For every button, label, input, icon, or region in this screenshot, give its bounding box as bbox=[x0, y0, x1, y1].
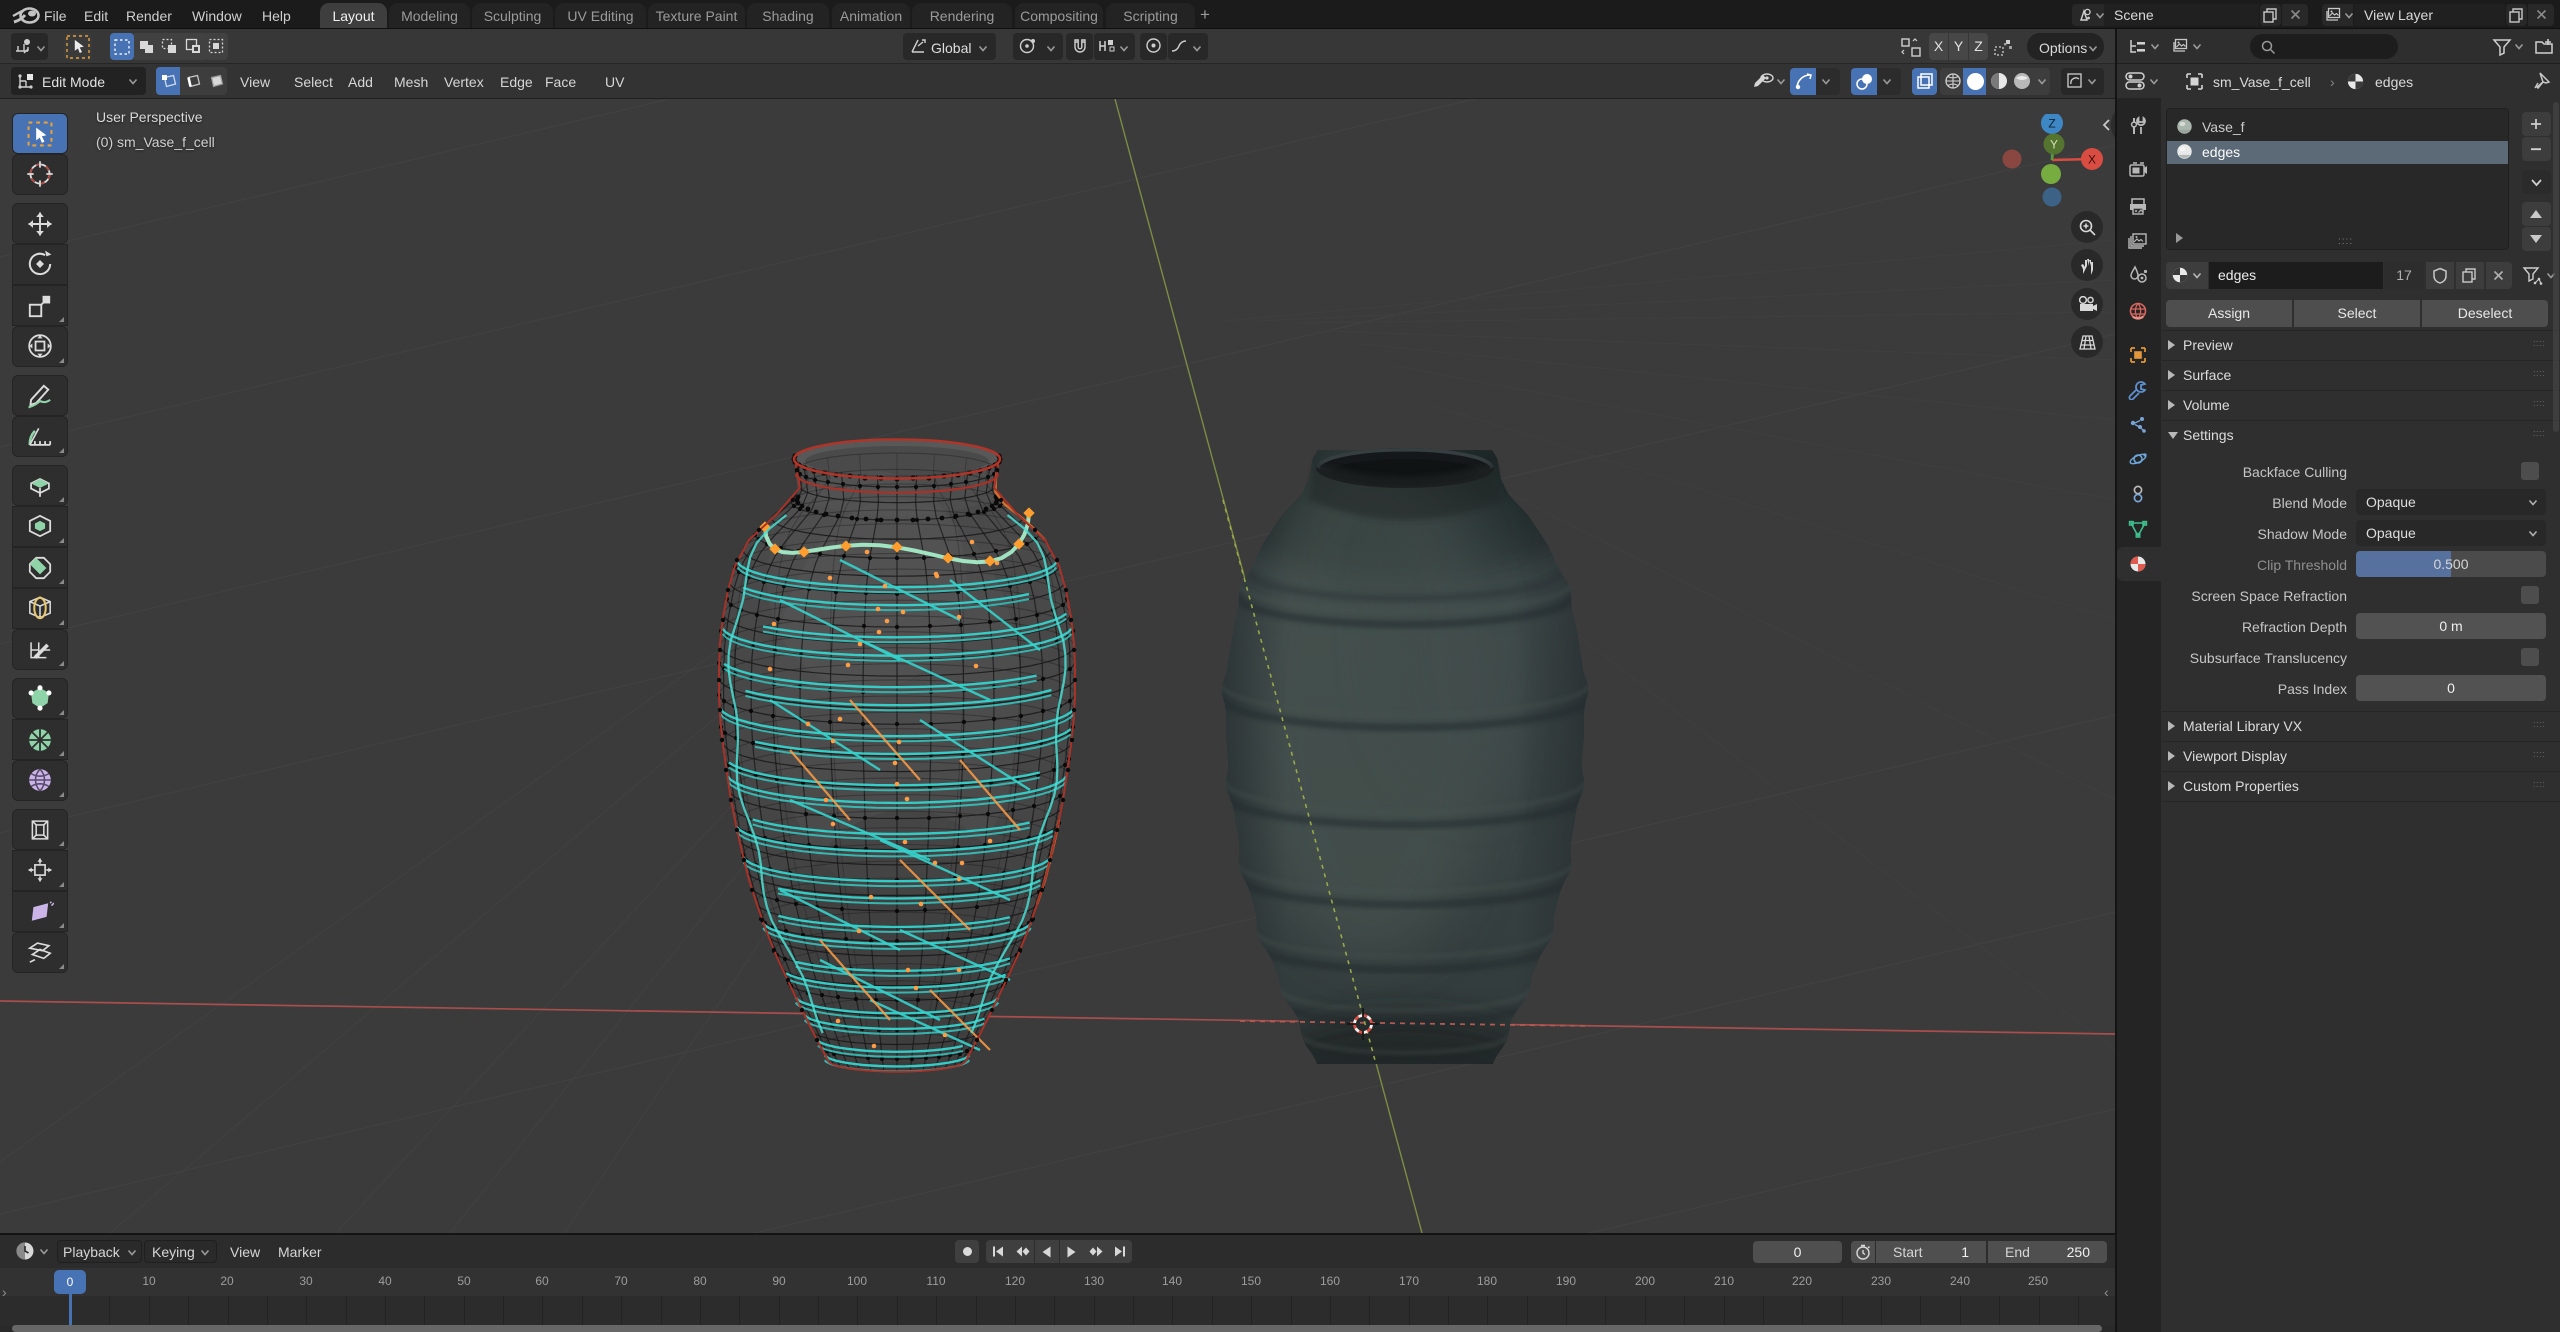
svg-text:Y: Y bbox=[2050, 138, 2058, 152]
svg-text:X: X bbox=[2088, 153, 2096, 167]
svg-text:Z: Z bbox=[2048, 117, 2055, 131]
